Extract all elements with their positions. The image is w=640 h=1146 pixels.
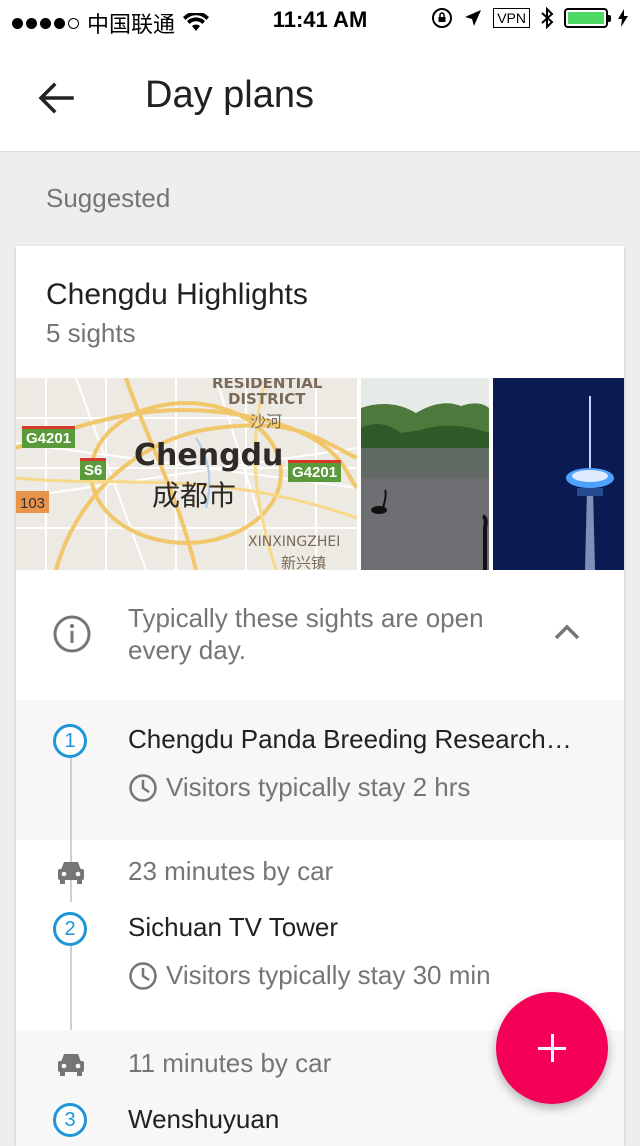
clock-icon: [129, 961, 157, 990]
status-bar: 中国联通 11:41 AM VPN: [0, 0, 640, 40]
map-label-shahe: 沙河: [250, 412, 283, 431]
battery-icon: [564, 8, 611, 28]
car-icon: [58, 862, 84, 884]
info-icon: [53, 615, 91, 653]
back-arrow-icon[interactable]: [36, 78, 76, 118]
stop-name: Chengdu Panda Breeding Research…: [128, 724, 572, 754]
map-label-district: DISTRICT: [228, 390, 306, 408]
page-title: Day plans: [145, 74, 314, 116]
section-label: Suggested: [46, 183, 171, 213]
sight-photo-tower[interactable]: [493, 378, 624, 570]
vpn-badge: VPN: [493, 8, 530, 28]
stop-stay-duration: Visitors typically stay 30 min: [128, 960, 491, 991]
stay-text: Visitors typically stay 30 min: [166, 960, 491, 990]
stop-number-badge: 3: [53, 1103, 87, 1137]
plan-subtitle: 5 sights: [46, 318, 136, 348]
chevron-up-icon[interactable]: [552, 622, 582, 642]
highway-shield-103: 103: [16, 491, 50, 513]
drive-duration: 23 minutes by car: [128, 856, 334, 886]
opening-hours-text: Typically these sights are open every da…: [128, 603, 484, 665]
timeline-line: [70, 758, 72, 840]
charging-icon: [618, 9, 628, 27]
orientation-lock-icon: [432, 8, 453, 28]
map-label-xinxing-zh: 新兴镇: [281, 554, 327, 570]
map-thumbnail[interactable]: RESIDENTIAL DISTRICT 沙河 Chengdu 成都市 XINX…: [16, 378, 357, 570]
app-bar: Day plans: [0, 40, 640, 152]
opening-hours-info: Typically these sights are open every da…: [16, 570, 624, 700]
stop-item[interactable]: 1 Chengdu Panda Breeding Research… Visit…: [16, 700, 624, 840]
clock-icon: [129, 773, 157, 802]
add-button[interactable]: [496, 992, 608, 1104]
stop-number-badge: 1: [53, 724, 87, 758]
stay-text: Visitors typically stay 2 hrs: [166, 772, 471, 802]
sight-photo-lake[interactable]: [361, 378, 489, 570]
highway-shield-g4201-west: G4201: [22, 426, 76, 448]
bluetooth-icon: [541, 7, 554, 29]
stop-stay-duration: Visitors typically stay 2 hrs: [128, 772, 470, 803]
map-label-city-en: Chengdu: [134, 438, 284, 473]
highway-shield-g4201-east: G4201: [288, 460, 342, 482]
stop-name: Sichuan TV Tower: [128, 912, 339, 942]
timeline-line: [70, 946, 72, 1030]
plan-title: Chengdu Highlights: [46, 278, 308, 311]
map-label-xinxing-en: XINXINGZHEI: [248, 534, 341, 550]
image-strip[interactable]: RESIDENTIAL DISTRICT 沙河 Chengdu 成都市 XINX…: [16, 378, 624, 570]
highway-shield-s6: S6: [80, 458, 107, 480]
location-icon: [465, 10, 482, 26]
map-label-city-zh: 成都市: [152, 479, 237, 512]
stop-name: Wenshuyuan: [128, 1104, 280, 1134]
stop-number-badge: 2: [53, 912, 87, 946]
car-icon: [58, 1054, 84, 1076]
drive-duration: 11 minutes by car: [128, 1048, 332, 1078]
